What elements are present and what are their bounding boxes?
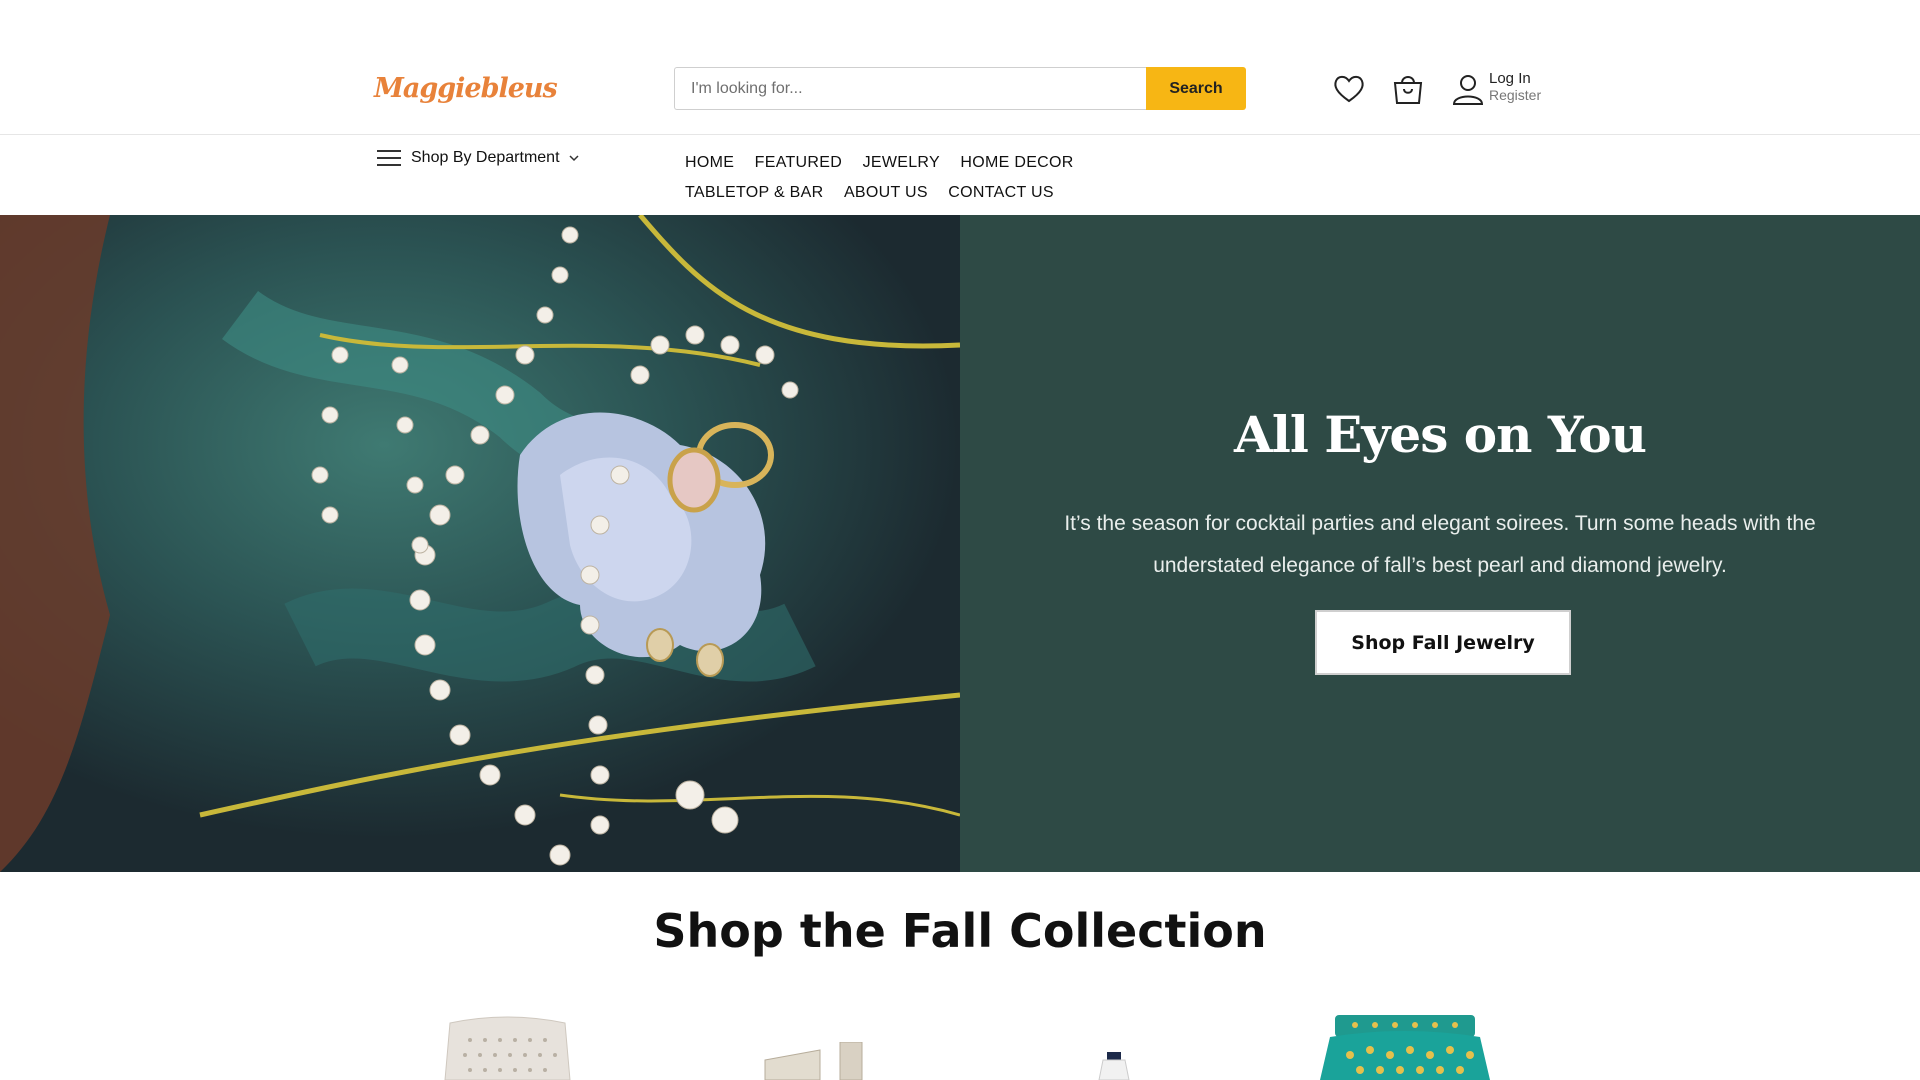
hero-title: All Eyes on You xyxy=(1234,405,1647,464)
product-image-ginger-jar[interactable] xyxy=(1315,1015,1495,1080)
nav-item-featured[interactable]: FEATURED xyxy=(755,148,842,178)
nav-item-contact-us[interactable]: CONTACT US xyxy=(948,178,1054,208)
shopping-bag-icon[interactable] xyxy=(1391,72,1425,106)
product-image-decanter[interactable] xyxy=(1095,1052,1135,1080)
site-header: Maggiebleus Search Log In Register xyxy=(0,0,1920,135)
shop-by-department-menu[interactable]: Shop By Department xyxy=(376,148,580,168)
chevron-down-icon xyxy=(569,155,579,162)
nav-item-home-decor[interactable]: HOME DECOR xyxy=(960,148,1073,178)
menu-icon xyxy=(377,150,401,166)
hero-jewelry-image xyxy=(0,215,960,872)
search-bar: Search xyxy=(674,67,1246,110)
main-nav: HOME FEATURED JEWELRY HOME DECOR TABLETO… xyxy=(685,148,1245,208)
jewelry-photo xyxy=(0,215,960,872)
product-image-box[interactable] xyxy=(760,1042,870,1080)
collection-title: Shop the Fall Collection xyxy=(653,904,1267,958)
department-label: Shop By Department xyxy=(411,149,560,166)
site-logo[interactable]: Maggiebleus xyxy=(374,60,558,116)
heart-icon[interactable] xyxy=(1332,72,1366,106)
search-button[interactable]: Search xyxy=(1146,67,1246,110)
nav-item-tabletop-bar[interactable]: TABLETOP & BAR xyxy=(685,178,823,208)
product-row xyxy=(0,1010,1920,1080)
nav-item-about-us[interactable]: ABOUT US xyxy=(844,178,928,208)
login-link[interactable]: Log In xyxy=(1489,71,1541,87)
nav-item-home[interactable]: HOME xyxy=(685,148,734,178)
nav-item-jewelry[interactable]: JEWELRY xyxy=(863,148,940,178)
register-link[interactable]: Register xyxy=(1489,87,1541,103)
logo-text: Maggiebleus xyxy=(374,72,558,104)
product-image-vase[interactable] xyxy=(440,1015,575,1080)
hero-promo-panel: All Eyes on You It’s the season for cock… xyxy=(960,215,1920,872)
account-links: Log In Register xyxy=(1489,71,1541,104)
user-icon[interactable] xyxy=(1451,72,1485,106)
search-input[interactable] xyxy=(674,67,1146,110)
shop-fall-jewelry-button[interactable]: Shop Fall Jewelry xyxy=(1315,610,1571,675)
hero-description: It’s the season for cocktail parties and… xyxy=(1064,512,1816,577)
